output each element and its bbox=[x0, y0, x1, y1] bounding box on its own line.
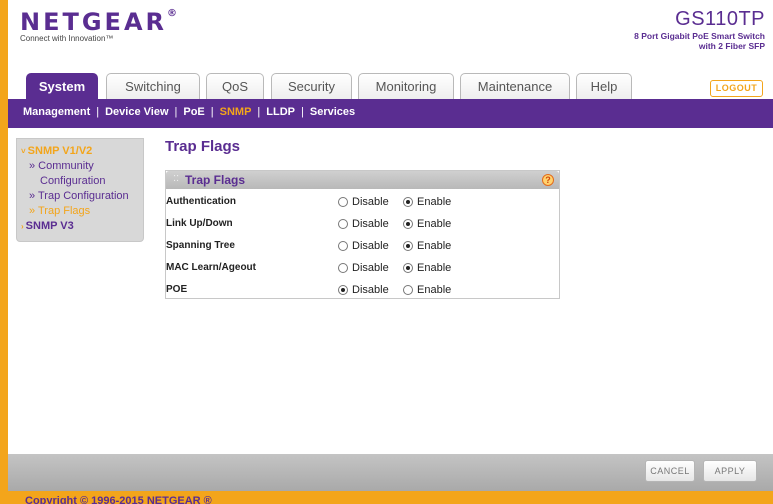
radio-label: Enable bbox=[417, 240, 452, 252]
outer-frame: NETGEAR® Connect with Innovation™ GS110T… bbox=[0, 0, 773, 504]
chevron-right-icon: › bbox=[21, 222, 24, 231]
help-icon[interactable]: ? bbox=[542, 174, 554, 186]
tab-monitoring[interactable]: Monitoring bbox=[358, 73, 454, 99]
trap-row-authentication: Authentication Disable Enable bbox=[166, 191, 559, 213]
radio-label: Enable bbox=[417, 284, 452, 296]
radio-enable[interactable]: Enable bbox=[403, 283, 451, 297]
radio-enable[interactable]: Enable bbox=[403, 195, 451, 209]
subnav-device-view[interactable]: Device View bbox=[105, 106, 168, 118]
tab-qos[interactable]: QoS bbox=[206, 73, 264, 99]
subnav-services[interactable]: Services bbox=[310, 106, 355, 118]
radio-label: Disable bbox=[352, 218, 389, 230]
trap-row-poe: POE Disable Enable bbox=[166, 279, 559, 301]
row-label: Spanning Tree bbox=[166, 240, 235, 251]
radio-disable[interactable]: Disable bbox=[338, 261, 389, 275]
menu-group-label: SNMP V3 bbox=[25, 220, 74, 232]
model-info: GS110TP 8 Port Gigabit PoE Smart Switch … bbox=[634, 8, 765, 51]
radio-label: Enable bbox=[417, 218, 452, 230]
radio-enable[interactable]: Enable bbox=[403, 217, 451, 231]
row-label: POE bbox=[166, 284, 188, 295]
netgear-logo: NETGEAR® Connect with Innovation™ bbox=[20, 8, 180, 43]
radio-label: Enable bbox=[417, 196, 452, 208]
page: NETGEAR® Connect with Innovation™ GS110T… bbox=[8, 0, 773, 491]
apply-button[interactable]: APPLY bbox=[703, 460, 757, 482]
subnav-separator: | bbox=[210, 106, 214, 118]
subnav-separator: | bbox=[174, 106, 178, 118]
radio-disable[interactable]: Disable bbox=[338, 239, 389, 253]
radio-label: Disable bbox=[352, 196, 389, 208]
model-desc-line1: 8 Port Gigabit PoE Smart Switch bbox=[634, 31, 765, 41]
radio-button[interactable] bbox=[338, 219, 348, 229]
menu-item-trap-configuration[interactable]: » Trap Configuration bbox=[21, 189, 143, 204]
menu-item-community-configuration-cont[interactable]: Configuration bbox=[21, 174, 143, 189]
radio-label: Disable bbox=[352, 262, 389, 274]
menu-item-community-configuration[interactable]: » Community bbox=[21, 159, 143, 174]
radio-button[interactable] bbox=[403, 219, 413, 229]
radio-button[interactable] bbox=[338, 285, 348, 295]
subnav-poe[interactable]: PoE bbox=[183, 106, 204, 118]
grip-icon: :: bbox=[173, 172, 180, 184]
radio-button[interactable] bbox=[403, 263, 413, 273]
radio-label: Disable bbox=[352, 284, 389, 296]
radio-button[interactable] bbox=[403, 285, 413, 295]
tab-system[interactable]: System bbox=[26, 73, 98, 99]
trap-row-spanning-tree: Spanning Tree Disable Enable bbox=[166, 235, 559, 257]
registered-mark: ® bbox=[167, 8, 180, 19]
subnav-management[interactable]: Management bbox=[23, 106, 90, 118]
subnav-separator: | bbox=[257, 106, 261, 118]
panel-header: :: Trap Flags ? bbox=[166, 171, 559, 189]
tab-switching[interactable]: Switching bbox=[106, 73, 200, 99]
left-menu: ˅ SNMP V1/V2 » Community Configuration » … bbox=[16, 138, 144, 242]
radio-enable[interactable]: Enable bbox=[403, 239, 451, 253]
sub-nav-divider bbox=[8, 125, 773, 128]
row-label: Link Up/Down bbox=[166, 218, 233, 229]
main-tab-bar: System Switching QoS Security Monitoring… bbox=[8, 73, 773, 99]
radio-disable[interactable]: Disable bbox=[338, 217, 389, 231]
tab-security[interactable]: Security bbox=[271, 73, 352, 99]
cancel-button[interactable]: CANCEL bbox=[645, 460, 695, 482]
subnav-separator: | bbox=[96, 106, 100, 118]
radio-disable[interactable]: Disable bbox=[338, 195, 389, 209]
radio-button[interactable] bbox=[403, 241, 413, 251]
trap-flags-panel: :: Trap Flags ? Authentication Disable E… bbox=[165, 170, 560, 299]
row-label: MAC Learn/Ageout bbox=[166, 262, 256, 273]
radio-enable[interactable]: Enable bbox=[403, 261, 451, 275]
sub-nav-items: Management | Device View | PoE | SNMP | LLDP… bbox=[23, 99, 355, 125]
tab-help[interactable]: Help bbox=[576, 73, 632, 99]
radio-label: Enable bbox=[417, 262, 452, 274]
copyright-text: Copyright © 1996-2015 NETGEAR ® bbox=[25, 495, 212, 504]
model-desc-line2: with 2 Fiber SFP bbox=[698, 41, 765, 51]
subnav-lldp[interactable]: LLDP bbox=[266, 106, 295, 118]
subnav-separator: | bbox=[301, 106, 304, 118]
chevron-down-icon: ˅ bbox=[21, 147, 26, 156]
tab-maintenance[interactable]: Maintenance bbox=[460, 73, 570, 99]
trap-row-link-up-down: Link Up/Down Disable Enable bbox=[166, 213, 559, 235]
radio-button[interactable] bbox=[403, 197, 413, 207]
radio-label: Disable bbox=[352, 240, 389, 252]
radio-button[interactable] bbox=[338, 197, 348, 207]
radio-button[interactable] bbox=[338, 263, 348, 273]
menu-group-snmp-v3[interactable]: › SNMP V3 bbox=[21, 219, 143, 234]
radio-disable[interactable]: Disable bbox=[338, 283, 389, 297]
menu-group-snmp-v1-v2[interactable]: ˅ SNMP V1/V2 bbox=[21, 144, 143, 159]
radio-button[interactable] bbox=[338, 241, 348, 251]
trap-row-mac-learn-ageout: MAC Learn/Ageout Disable Enable bbox=[166, 257, 559, 279]
row-label: Authentication bbox=[166, 196, 236, 207]
menu-group-label: SNMP V1/V2 bbox=[27, 145, 93, 157]
sub-nav-bar: Management | Device View | PoE | SNMP | LLDP… bbox=[8, 99, 773, 125]
model-name: GS110TP bbox=[675, 8, 765, 30]
panel-title: Trap Flags bbox=[185, 173, 246, 187]
menu-item-trap-flags[interactable]: » Trap Flags bbox=[21, 204, 143, 219]
page-title: Trap Flags bbox=[165, 138, 241, 155]
logout-button[interactable]: LOGOUT bbox=[710, 80, 763, 97]
subnav-snmp[interactable]: SNMP bbox=[220, 106, 252, 118]
logo-text: NETGEAR bbox=[20, 8, 167, 36]
